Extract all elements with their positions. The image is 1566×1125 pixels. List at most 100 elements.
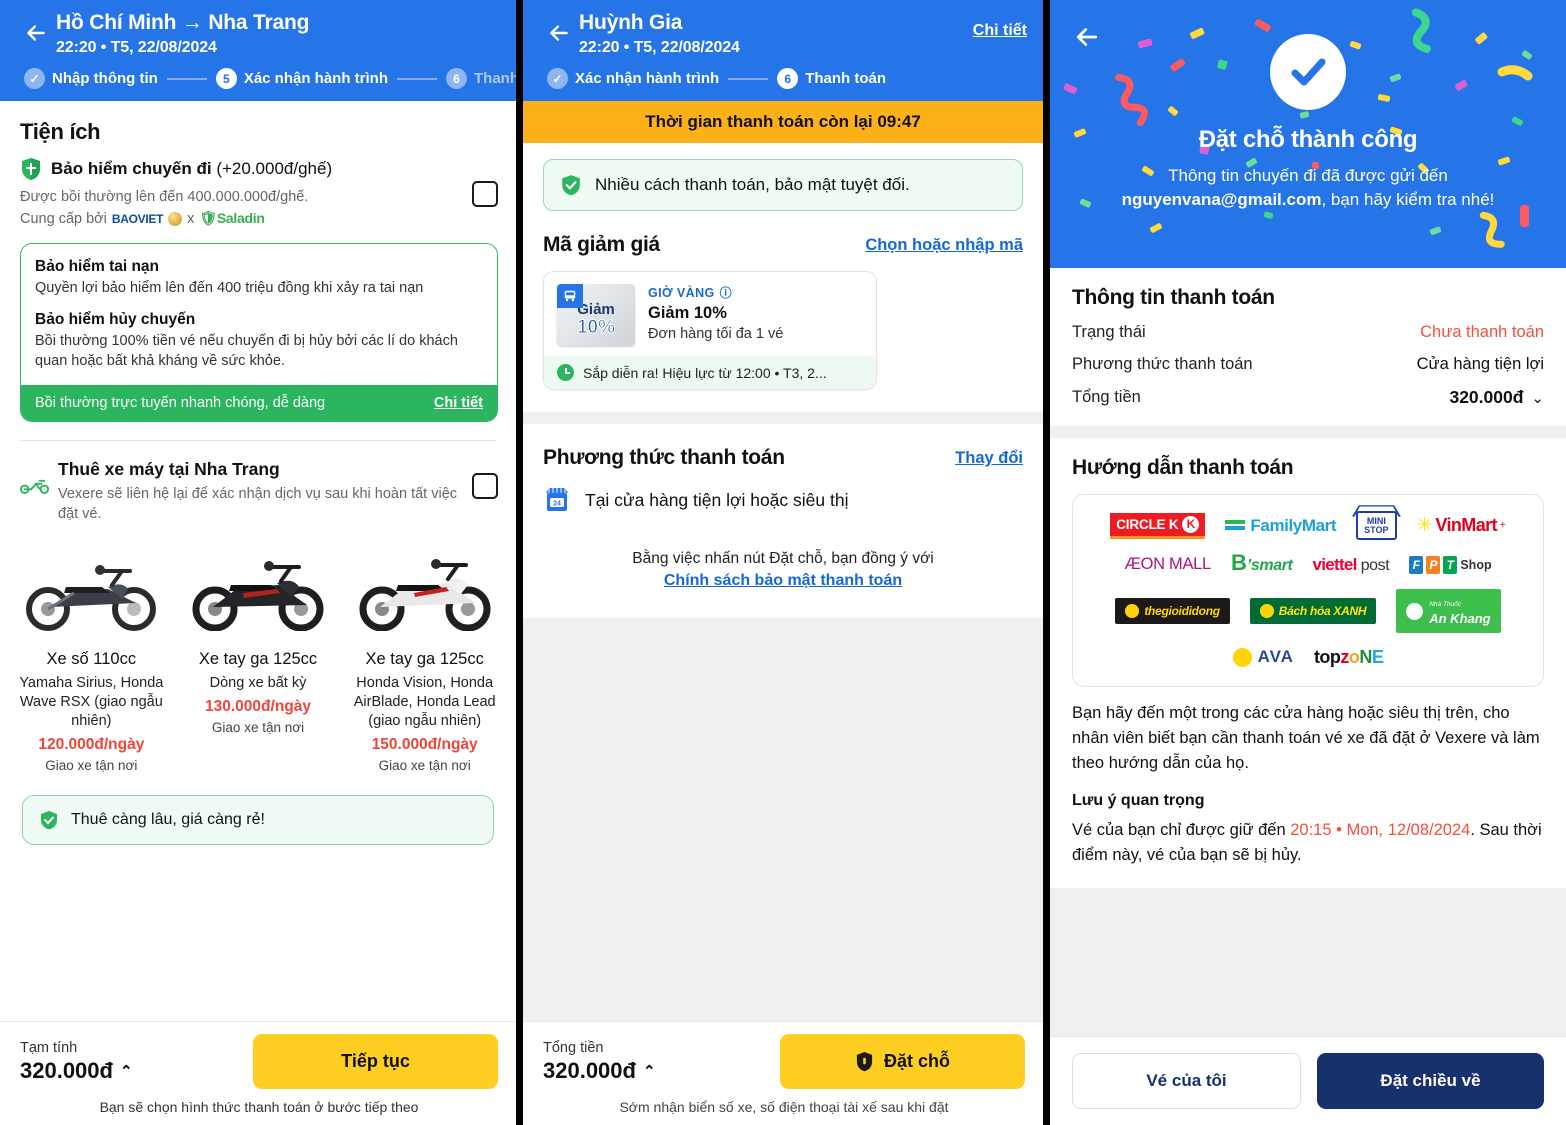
saladin-logo: 🛡Saladin — [199, 210, 265, 227]
insurance-price: (+20.000đ/ghế) — [216, 159, 333, 179]
ava-logo: AVA — [1232, 647, 1294, 667]
info-row-status: Trạng thái Chưa thanh toán — [1072, 323, 1544, 342]
panel2-scroll-area: Nhiều cách thanh toán, bảo mật tuyệt đối… — [523, 143, 1043, 1021]
continue-button[interactable]: Tiếp tục — [253, 1034, 498, 1089]
guide-title: Hướng dẫn thanh toán — [1072, 456, 1294, 479]
check-glyph-icon — [1291, 58, 1326, 86]
panel2-empty-space — [523, 618, 1043, 1021]
voucher-section-header: Mã giảm giá Chọn hoặc nhập mã — [523, 211, 1043, 257]
book-return-button[interactable]: Đặt chiều về — [1317, 1053, 1544, 1109]
baoviet-logo: BAOVIET — [111, 211, 164, 226]
chevron-up-icon: ⌃ — [642, 1062, 656, 1080]
step-3-dot: 6 — [446, 68, 467, 90]
panel-payment: Huỳnh Gia 22:20 • T5, 22/08/2024 Chi tiế… — [523, 0, 1043, 1125]
voucher-thumbnail: Giảm 10% — [557, 284, 635, 347]
progress-stepper: ✓ Nhập thông tin 5 Xác nhận hành trình 6… — [24, 68, 516, 90]
trip-route-title: Hồ Chí Minh → Nha Trang — [56, 11, 310, 34]
step-1-dot: ✓ — [24, 68, 45, 90]
subtotal-amount-row[interactable]: 320.000đ ⌃ — [20, 1058, 133, 1084]
bsmart-logo: B ʼsmart — [1230, 550, 1293, 576]
panel1-footer: Tạm tính 320.000đ ⌃ Tiếp tục Bạn sẽ chọn… — [0, 1021, 516, 1125]
book-seat-button[interactable]: Đặt chỗ — [780, 1034, 1025, 1089]
operator-name: Huỳnh Gia — [579, 11, 683, 34]
step-1-label: Xác nhận hành trình — [575, 70, 720, 88]
trip-datetime: 22:20 • T5, 22/08/2024 — [579, 39, 740, 57]
bike-desc: Yamaha Sirius, Honda Wave RSX (giao ngẫu… — [19, 674, 164, 729]
success-sub-line1: Thông tin chuyến đi đã được gửi đến — [1168, 166, 1448, 185]
back-button[interactable] — [1072, 22, 1102, 52]
privacy-policy-link[interactable]: Chính sách bảo mật thanh toán — [664, 572, 902, 590]
store-logo-box: CIRCLE KK FamilyMart MINI STOP ✳ VinMart + … — [1072, 494, 1544, 687]
insurance-provider-label: Cung cấp bởi — [20, 210, 107, 227]
store-logo-row-3: thegioididong Bách hóa XANH Nhà Thuốc An … — [1083, 589, 1533, 633]
bike-card[interactable]: Xe tay ga 125cc Dòng xe bất kỳ 130.000đ/… — [175, 539, 342, 773]
security-banner-text: Nhiều cách thanh toán, bảo mật tuyệt đối… — [595, 175, 910, 195]
trip-detail-link[interactable]: Chi tiết — [973, 10, 1027, 40]
insurance-option-row[interactable]: Bảo hiểm chuyến đi (+20.000đ/ghế) Được b… — [0, 157, 516, 227]
step-2-dot: 6 — [777, 68, 799, 90]
back-button[interactable] — [539, 10, 579, 46]
payment-info-section: Thông tin thanh toán Trạng thái Chưa tha… — [1050, 268, 1566, 426]
benefit-2-title: Bảo hiểm hủy chuyến — [35, 310, 196, 328]
insurance-checkbox[interactable] — [472, 181, 498, 208]
panel2-footer-note: Sớm nhận biển số xe, số điện thoại tài x… — [619, 1099, 949, 1115]
bike-price: 150.000đ/ngày — [371, 736, 478, 754]
vinmart-logo: ✳ VinMart + — [1416, 515, 1506, 537]
aeon-mall-logo: ÆON MALL — [1124, 555, 1211, 574]
panel3-scroll-area: Thông tin thanh toán Trạng thái Chưa tha… — [1050, 268, 1566, 1036]
agreement-text: Bằng việc nhấn nút Đặt chỗ, bạn đồng ý v… — [632, 550, 934, 568]
progress-stepper: ✓ Xác nhận hành trình 6 Thanh toán — [547, 68, 1027, 90]
note-pre: Vé của bạn chỉ được giữ đến — [1072, 821, 1291, 840]
shield-check-icon — [41, 811, 57, 830]
rental-promo-note: Thuê càng lâu, giá càng rẻ! — [22, 795, 494, 846]
motorbike-photo-icon — [359, 559, 491, 632]
info-icon[interactable]: ⓘ — [720, 284, 732, 301]
step-item-1[interactable]: ✓ Nhập thông tin — [24, 68, 158, 90]
bike-card[interactable]: Xe số 110cc Yamaha Sirius, Honda Wave RS… — [8, 539, 175, 773]
bike-shipping: Giao xe tận nơi — [45, 758, 138, 774]
insurance-card-footer: Bồi thường trực tuyến nhanh chóng, dễ dà… — [21, 385, 497, 422]
security-banner: Nhiều cách thanh toán, bảo mật tuyệt đối… — [543, 159, 1023, 212]
step-2-dot: 5 — [215, 68, 237, 90]
step-item-2[interactable]: 6 Thanh toán — [777, 68, 886, 90]
motorbike-icon — [20, 480, 50, 495]
total-amount: 320.000đ — [543, 1057, 636, 1083]
voucher-section-title: Mã giảm giá — [543, 233, 660, 257]
important-note-title: Lưu ý quan trọng — [1072, 792, 1205, 810]
motorbike-option-row[interactable]: Thuê xe máy tại Nha Trang Vexere sẽ liên… — [0, 441, 516, 525]
back-button[interactable] — [16, 10, 56, 46]
arrow-left-icon — [1076, 28, 1098, 46]
circle-k-logo: CIRCLE KK — [1110, 512, 1206, 539]
voucher-tag: GIỜ VÀNG — [648, 285, 715, 300]
step-item-2[interactable]: 5 Xác nhận hành trình — [215, 68, 388, 90]
step-item-3[interactable]: 6 Thanh — [446, 68, 516, 90]
benefit-1-text: Quyền lợi bảo hiểm lên đến 400 triệu đồn… — [35, 280, 424, 297]
bus-icon — [557, 284, 583, 309]
insurance-detail-link[interactable]: Chi tiết — [434, 395, 483, 411]
subtotal-amount: 320.000đ — [20, 1057, 113, 1083]
check-circle-icon — [1270, 34, 1346, 110]
success-subtitle: Thông tin chuyến đi đã được gửi đến nguy… — [1050, 164, 1566, 212]
choose-voucher-link[interactable]: Chọn hoặc nhập mã — [865, 236, 1023, 255]
bike-card[interactable]: Xe tay ga 125cc Honda Vision, Honda AirB… — [341, 539, 508, 773]
motorbike-checkbox[interactable] — [472, 473, 498, 500]
method-value: Cửa hàng tiện lợi — [1416, 355, 1544, 373]
change-payment-link[interactable]: Thay đổi — [955, 449, 1023, 468]
panel-success: Đặt chỗ thành công Thông tin chuyến đi đ… — [1050, 0, 1566, 1125]
total-amount-row[interactable]: 320.000đ ⌃ — [543, 1058, 656, 1084]
panel-amenities: Hồ Chí Minh → Nha Trang 22:20 • T5, 22/0… — [0, 0, 516, 1125]
panel1-header: Hồ Chí Minh → Nha Trang 22:20 • T5, 22/0… — [0, 0, 516, 102]
panel1-scroll-area: Tiện ích Bảo hiểm chuyến đi (+20.000đ/gh… — [0, 101, 516, 1021]
store-logo-row-2: ÆON MALL B ʼsmart viettel post F P T Shop — [1083, 550, 1533, 576]
voucher-card[interactable]: Giảm 10% GIỜ VÀNG ⓘ Giảm 10% Đơn hàng tố… — [543, 271, 877, 391]
insurance-coverage-text: Được bồi thường lên đến 400.000.000đ/ghế… — [20, 189, 309, 206]
info-row-total[interactable]: Tổng tiền 320.000đ ⌄ — [1072, 387, 1544, 408]
voucher-thumb-line2: 10% — [576, 316, 616, 338]
amenities-title: Tiện ích — [20, 119, 101, 145]
my-tickets-button[interactable]: Vé của tôi — [1072, 1053, 1301, 1109]
arrow-left-icon — [27, 25, 45, 41]
step-connector — [166, 77, 207, 80]
step-item-1[interactable]: ✓ Xác nhận hành trình — [547, 68, 720, 90]
selected-payment-method[interactable]: 24 Tại cửa hàng tiện lợi hoặc siêu thị — [523, 470, 1043, 514]
trip-datetime: 22:20 • T5, 22/08/2024 — [56, 39, 217, 57]
